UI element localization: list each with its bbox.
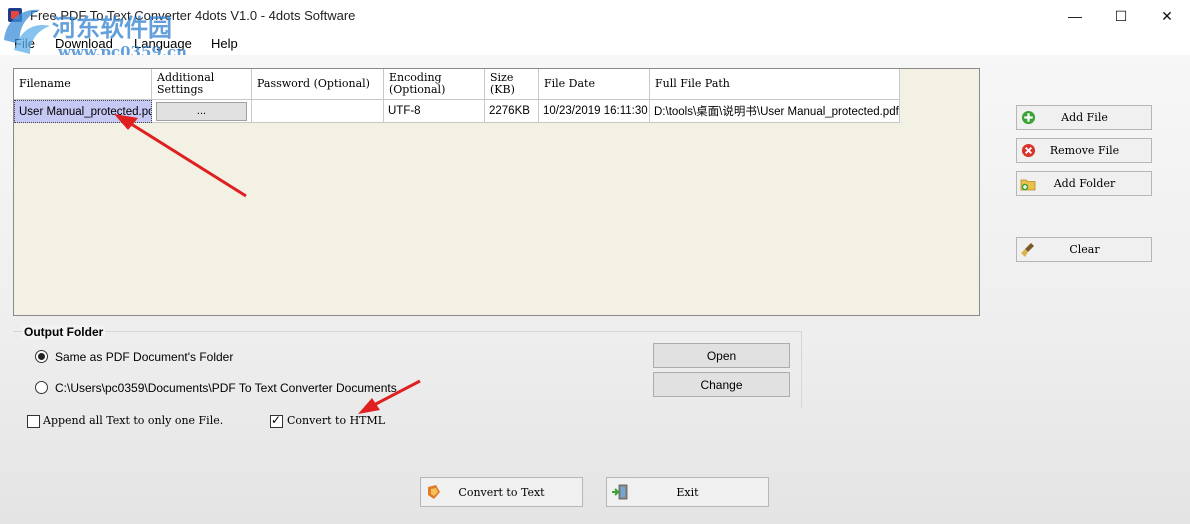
add-folder-label: Add Folder — [1053, 177, 1116, 190]
menu-bar: File Download Language Help — [0, 32, 1190, 54]
remove-file-button[interactable]: Remove File — [1016, 138, 1152, 163]
convert-to-text-label: Convert to Text — [458, 485, 545, 499]
convert-icon — [428, 485, 440, 499]
output-folder-title: Output Folder — [22, 325, 106, 339]
radio-same-folder[interactable] — [35, 350, 48, 363]
table-row[interactable]: User Manual_protected.pdf ... UTF-8 2276… — [14, 100, 900, 123]
title-bar: Free PDF To Text Converter 4dots V1.0 - … — [0, 0, 1190, 32]
exit-button[interactable]: Exit — [606, 477, 769, 507]
clear-button[interactable]: Clear — [1016, 237, 1152, 262]
maximize-button[interactable]: ☐ — [1098, 0, 1144, 32]
radio-custom-folder[interactable] — [35, 381, 48, 394]
convert-html-label[interactable]: Convert to HTML — [287, 414, 385, 427]
menu-language[interactable]: Language — [134, 36, 192, 51]
app-icon — [8, 8, 22, 22]
folder-add-icon — [1020, 176, 1036, 192]
file-grid[interactable]: Filename Additional Settings Password (O… — [13, 68, 980, 316]
cell-size: 2276KB — [485, 100, 539, 123]
cell-settings: ... — [152, 100, 252, 123]
remove-file-label: Remove File — [1049, 144, 1120, 157]
col-password[interactable]: Password (Optional) — [252, 69, 384, 100]
minimize-button[interactable]: — — [1052, 0, 1098, 32]
exit-door-icon — [612, 484, 628, 500]
convert-html-checkbox[interactable] — [270, 413, 283, 428]
plus-circle-icon — [1020, 110, 1036, 126]
cell-filename[interactable]: User Manual_protected.pdf — [14, 100, 152, 123]
close-button[interactable]: ✕ — [1144, 0, 1190, 32]
cell-encoding[interactable]: UTF-8 — [384, 100, 485, 123]
broom-icon — [1020, 242, 1036, 258]
grid-header: Filename Additional Settings Password (O… — [14, 69, 900, 100]
col-size[interactable]: Size (KB) — [485, 69, 539, 100]
col-encoding[interactable]: Encoding (Optional) — [384, 69, 485, 100]
radio-custom-folder-label[interactable]: C:\Users\pc0359\Documents\PDF To Text Co… — [55, 381, 397, 395]
cell-password[interactable] — [252, 100, 384, 123]
open-button[interactable]: Open — [653, 343, 790, 368]
add-folder-button[interactable]: Add Folder — [1016, 171, 1152, 196]
add-file-button[interactable]: Add File — [1016, 105, 1152, 130]
menu-download[interactable]: Download — [55, 36, 113, 51]
cell-file-date: 10/23/2019 16:11:30 — [539, 100, 650, 123]
menu-help[interactable]: Help — [211, 36, 238, 51]
col-file-date[interactable]: File Date — [539, 69, 650, 100]
radio-same-folder-label[interactable]: Same as PDF Document's Folder — [55, 350, 233, 364]
clear-label: Clear — [1069, 243, 1100, 256]
change-button[interactable]: Change — [653, 372, 790, 397]
col-full-path[interactable]: Full File Path — [650, 69, 900, 100]
exit-label: Exit — [676, 485, 699, 499]
col-filename[interactable]: Filename — [14, 69, 152, 100]
col-additional-settings[interactable]: Additional Settings — [152, 69, 252, 100]
menu-file[interactable]: File — [14, 36, 35, 51]
append-text-checkbox[interactable] — [27, 415, 40, 428]
main-window: Free PDF To Text Converter 4dots V1.0 - … — [0, 0, 1190, 524]
window-title: Free PDF To Text Converter 4dots V1.0 - … — [30, 8, 356, 23]
cell-full-path: D:\tools\桌面\说明书\User Manual_protected.pd… — [650, 100, 900, 123]
add-file-label: Add File — [1061, 111, 1108, 124]
convert-to-text-button[interactable]: Convert to Text — [420, 477, 583, 507]
append-text-label[interactable]: Append all Text to only one File. — [43, 414, 223, 427]
remove-circle-icon — [1020, 143, 1036, 159]
settings-ellipsis-button[interactable]: ... — [156, 101, 247, 121]
